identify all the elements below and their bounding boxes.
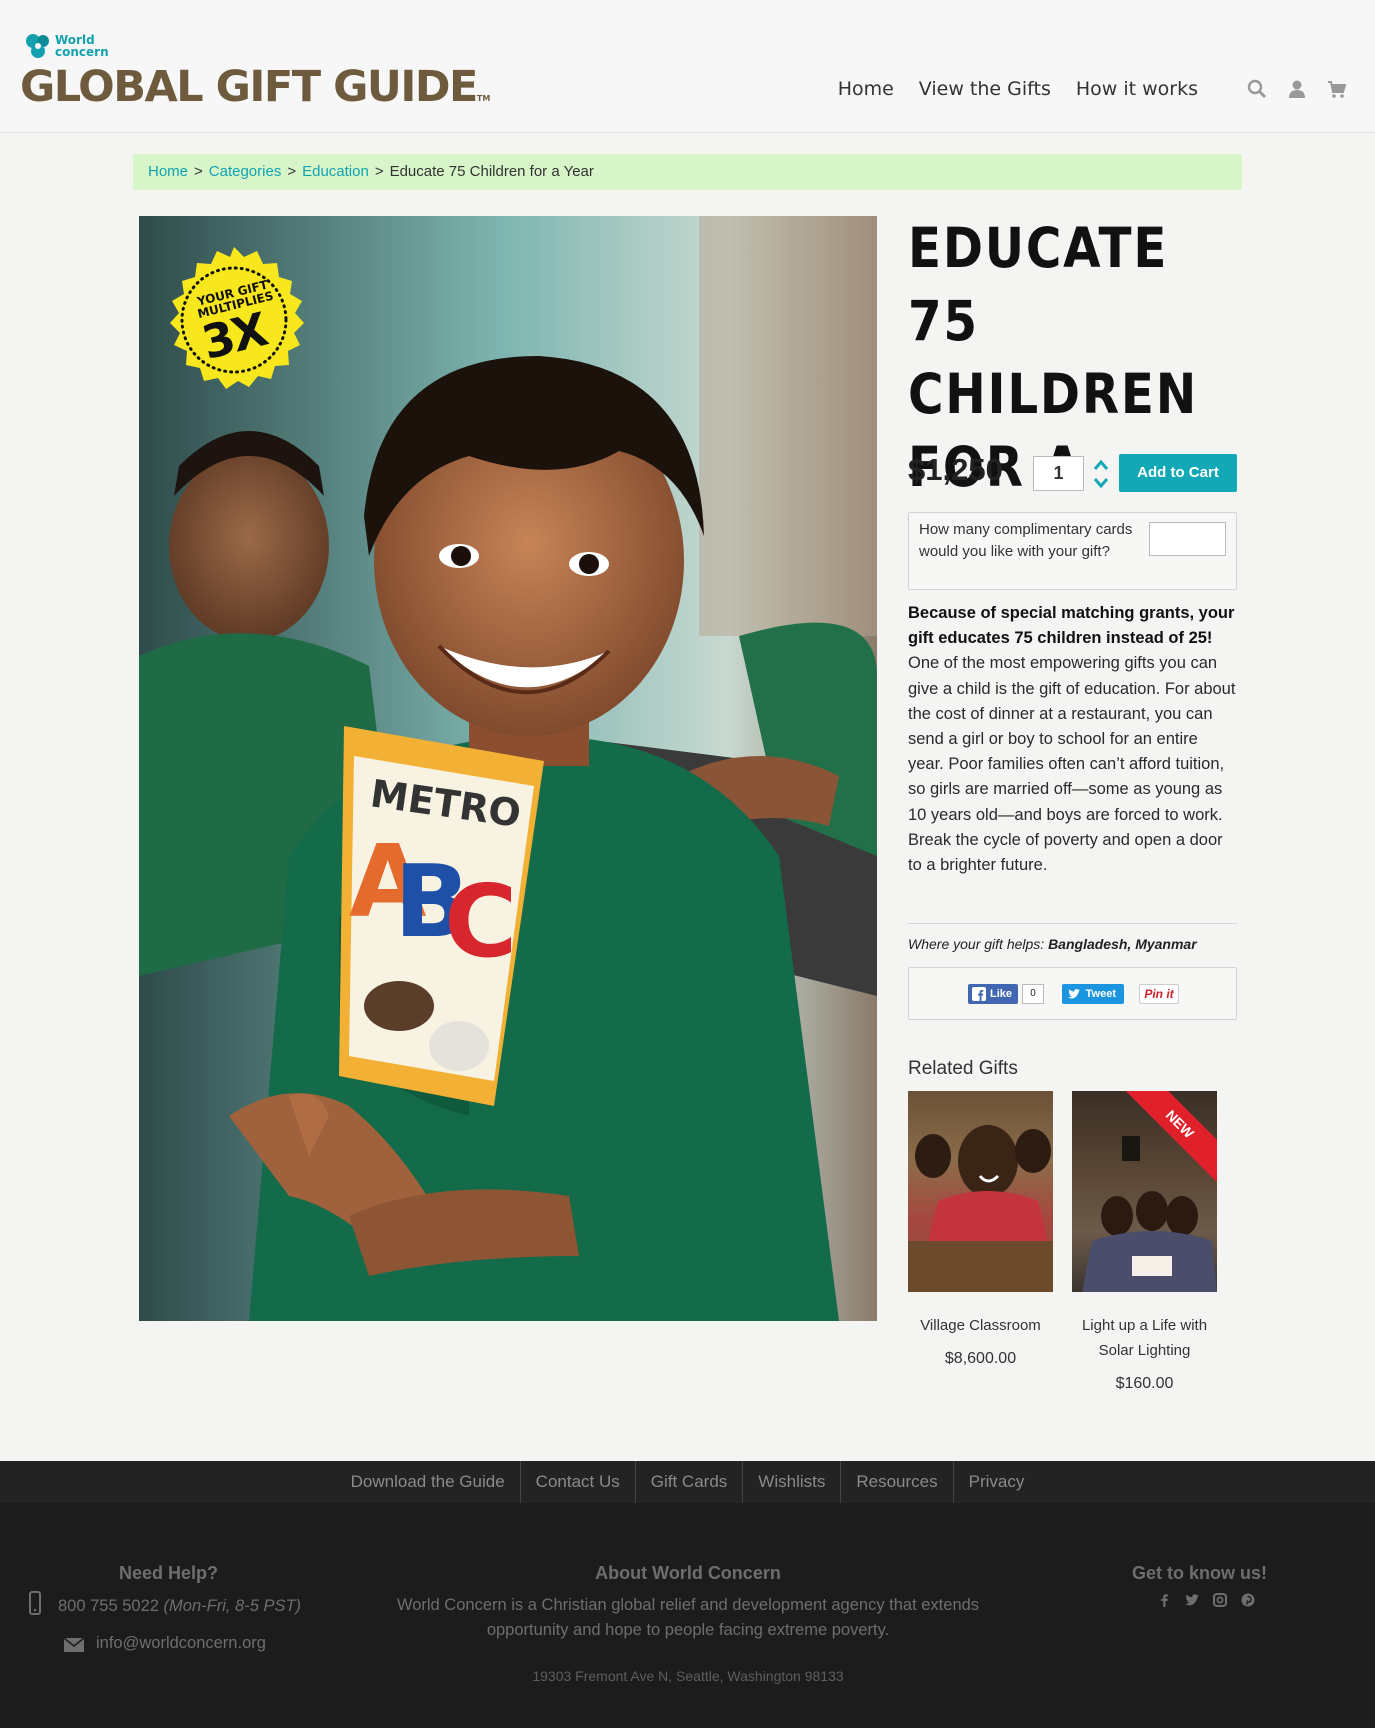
complimentary-cards-input[interactable] [1149, 522, 1226, 556]
footer-link-contact[interactable]: Contact Us [521, 1461, 636, 1503]
breadcrumb-education[interactable]: Education [302, 163, 369, 180]
footer-link-resources[interactable]: Resources [841, 1461, 954, 1503]
about-text: World Concern is a Christian global reli… [396, 1596, 980, 1639]
nav-view-gifts[interactable]: View the Gifts [919, 78, 1051, 100]
related-gift-price: $8,600.00 [944, 1350, 1017, 1367]
help-email[interactable]: info@worldconcern.org [96, 1634, 266, 1653]
cart-icon[interactable] [1327, 79, 1347, 99]
complimentary-cards-label: How many complimentary cards would you l… [919, 521, 1133, 560]
social-heading: Get to know us! [1132, 1563, 1267, 1583]
tweet-button[interactable]: Tweet [1062, 984, 1124, 1004]
nav-icons [1227, 79, 1347, 99]
about-heading: About World Concern [595, 1563, 781, 1583]
related-gifts-heading: Related Gifts [908, 1058, 1018, 1079]
tweet-label: Tweet [1085, 988, 1116, 1000]
related-gift-name[interactable]: Light up a Life with Solar Lighting [1072, 1313, 1217, 1363]
breadcrumb-current: Educate 75 Children for a Year [389, 163, 594, 180]
quantity-input[interactable]: 1 [1033, 456, 1084, 491]
breadcrumb-separator: > [194, 163, 203, 180]
footer-link-privacy[interactable]: Privacy [954, 1461, 1040, 1503]
world-concern-swirl-icon [26, 34, 49, 58]
breadcrumb-home[interactable]: Home [148, 163, 188, 180]
svg-text:C: C [444, 863, 517, 980]
main-nav: Home View the Gifts How it works [838, 78, 1375, 100]
address: 19303 Fremont Ave N, Seattle, Washington… [532, 1668, 844, 1684]
quantity-stepper-icon[interactable] [1093, 458, 1109, 490]
share-bar: Like 0 Tweet Pin it [908, 967, 1237, 1020]
footer-link-download-guide[interactable]: Download the Guide [336, 1461, 521, 1503]
facebook-like-label: Like [990, 988, 1013, 1000]
related-gift-image[interactable]: NEW [1072, 1091, 1217, 1292]
brand-small-text: World concern [55, 33, 109, 59]
facebook-icon [972, 987, 986, 1001]
footer-link-gift-cards[interactable]: Gift Cards [636, 1461, 744, 1503]
related-gift-image[interactable] [908, 1091, 1053, 1292]
user-icon[interactable] [1287, 79, 1307, 99]
divider [908, 923, 1237, 924]
facebook-icon[interactable] [1157, 1593, 1171, 1607]
gift-multiplier-badge: YOUR GIFT MULTIPLIES 3X [158, 245, 310, 397]
instagram-icon[interactable] [1213, 1593, 1227, 1607]
related-gift-name[interactable]: Village Classroom [908, 1313, 1053, 1338]
pinterest-pin-button[interactable]: Pin it [1139, 984, 1179, 1004]
mail-icon [64, 1638, 84, 1652]
site-header: World concern GLOBAL GIFT GUIDETM Home V… [0, 0, 1375, 133]
site-footer: Need Help? 800 755 5022 (Mon-Fri, 8-5 PS… [0, 1503, 1375, 1728]
related-gift-photo-illustration [908, 1125, 1053, 1292]
trademark: TM [476, 94, 491, 103]
gift-location-label: Where your gift helps: [908, 936, 1045, 952]
nav-home[interactable]: Home [838, 78, 894, 100]
gift-location-value: Bangladesh, Myanmar [1048, 936, 1197, 952]
complimentary-cards-box: How many complimentary cards would you l… [908, 512, 1237, 590]
footer-nav: Download the Guide Contact Us Gift Cards… [0, 1461, 1375, 1503]
facebook-like-button[interactable]: Like [968, 984, 1018, 1004]
nav-how-it-works[interactable]: How it works [1076, 78, 1198, 100]
pinterest-icon[interactable] [1241, 1593, 1255, 1607]
breadcrumb: Home > Categories > Education > Educate 75 Chi… [133, 154, 1242, 190]
need-help-heading: Need Help? [119, 1563, 219, 1583]
product-price: $1,250 [908, 452, 1003, 487]
footer-link-wishlists[interactable]: Wishlists [743, 1461, 842, 1503]
phone-icon [29, 1591, 41, 1615]
breadcrumb-categories[interactable]: Categories [209, 163, 282, 180]
twitter-icon[interactable] [1185, 1593, 1199, 1607]
phone-number: 800 755 5022 [58, 1597, 159, 1615]
phone-hours: (Mon-Fri, 8-5 PST) [163, 1597, 302, 1615]
search-icon[interactable] [1247, 79, 1267, 99]
breadcrumb-separator: > [374, 163, 384, 180]
related-gift-price: $160.00 [1115, 1375, 1174, 1392]
gift-location: Where your gift helps: Bangladesh, Myanm… [908, 936, 1197, 952]
brand-big-text: GLOBAL GIFT GUIDE [20, 62, 478, 112]
global-gift-guide-logo[interactable]: GLOBAL GIFT GUIDETM [20, 62, 490, 112]
twitter-icon [1068, 989, 1080, 999]
breadcrumb-separator: > [287, 163, 297, 180]
description-body: One of the most empowering gifts you can… [908, 654, 1236, 875]
social-links [1157, 1593, 1269, 1607]
world-concern-logo[interactable]: World concern [24, 32, 125, 60]
help-phone[interactable]: 800 755 5022 (Mon-Fri, 8-5 PST) [58, 1597, 301, 1616]
description-highlight: Because of special matching grants, your… [908, 604, 1235, 648]
product-description: Because of special matching grants, your… [908, 601, 1238, 878]
add-to-cart-button[interactable]: Add to Cart [1119, 454, 1237, 492]
facebook-like-count: 0 [1022, 984, 1044, 1004]
